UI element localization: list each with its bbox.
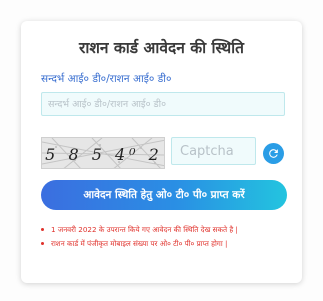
reference-id-input[interactable] — [41, 92, 285, 116]
form-title: राशन कार्ड आवेदन की स्थिति — [79, 39, 244, 57]
note-text: राशन कार्ड में पंजीकृत मोबाइल संख्या पर … — [51, 239, 228, 248]
note-item: राशन कार्ड में पंजीकृत मोबाइल संख्या पर … — [41, 237, 296, 251]
captcha-code: 5 8 5 4⁰ 2 — [45, 145, 163, 164]
instruction-notes: 1 जनवरी 2022 के उपरान्त किये गए आवेदन की… — [41, 223, 296, 251]
page: राशन कार्ड आवेदन की स्थिति सन्दर्भ आई० ड… — [0, 0, 323, 301]
bullet-icon — [41, 242, 44, 245]
bullet-icon — [41, 228, 44, 231]
captcha-input[interactable] — [171, 137, 256, 165]
reference-id-label: सन्दर्भ आई० डी०/राशन आई० डी० — [41, 73, 172, 85]
ration-status-card: राशन कार्ड आवेदन की स्थिति सन्दर्भ आई० ड… — [21, 21, 302, 283]
refresh-icon — [269, 149, 278, 158]
captcha-image: 5 8 5 4⁰ 2 — [41, 137, 165, 169]
get-otp-button[interactable]: आवेदन स्थिति हेतु ओ० टी० पी० प्राप्त करे… — [41, 180, 287, 210]
note-text: 1 जनवरी 2022 के उपरान्त किये गए आवेदन की… — [51, 225, 238, 234]
note-item: 1 जनवरी 2022 के उपरान्त किये गए आवेदन की… — [41, 223, 296, 237]
captcha-refresh-button[interactable] — [263, 143, 284, 164]
